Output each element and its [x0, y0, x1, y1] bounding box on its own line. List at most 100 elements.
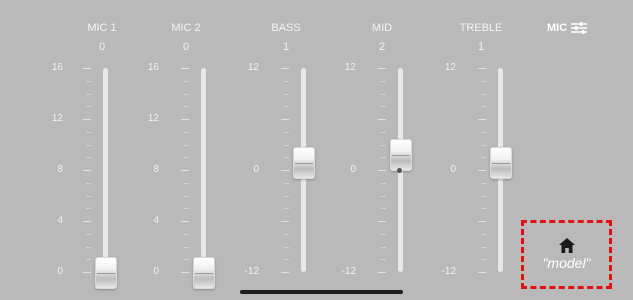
scale-tick — [478, 119, 486, 120]
channel-value: 0 — [182, 41, 190, 53]
scale-tick — [381, 157, 386, 158]
scale-tick — [284, 208, 289, 209]
scale-tick — [86, 94, 91, 95]
scale-tick — [284, 183, 289, 184]
scale-tick — [184, 183, 189, 184]
scale-tick — [381, 183, 386, 184]
scale-label: 4 — [153, 215, 159, 226]
home-icon — [558, 238, 575, 253]
scale-tick — [184, 106, 189, 107]
channel-mid: MID 2 — [337, 0, 427, 300]
scale-tick — [284, 132, 289, 133]
scale-tick — [181, 272, 189, 273]
scale-tick — [378, 119, 386, 120]
channel-treble: TREBLE 1 — [436, 0, 526, 300]
scale-tick — [378, 170, 386, 171]
scale-tick — [86, 208, 91, 209]
channel-bass: BASS 1 — [241, 0, 331, 300]
scale-tick — [481, 157, 486, 158]
scale-tick — [284, 234, 289, 235]
scale-tick — [284, 94, 289, 95]
scale-tick — [481, 196, 486, 197]
scale-label: 0 — [253, 164, 259, 175]
slider-track[interactable] — [201, 68, 206, 272]
scale-tick — [478, 170, 486, 171]
scale-label: 0 — [57, 266, 63, 277]
scale-tick — [481, 247, 486, 248]
scale-tick — [284, 247, 289, 248]
scale-tick — [378, 68, 386, 69]
slider-knob[interactable] — [193, 257, 215, 289]
scale-label: 0 — [153, 266, 159, 277]
scale-tick — [381, 94, 386, 95]
scale-tick — [481, 81, 486, 82]
scale-label: -12 — [244, 266, 259, 277]
channel-name: BASS — [271, 22, 301, 34]
scale-tick — [184, 132, 189, 133]
scale-tick — [281, 119, 289, 120]
scale-tick — [281, 170, 289, 171]
scale-tick — [281, 221, 289, 222]
scale-label: 12 — [247, 62, 259, 73]
scale-label: 8 — [153, 164, 159, 175]
scale-tick — [481, 94, 486, 95]
scale-tick — [86, 157, 91, 158]
scale-tick — [381, 196, 386, 197]
slider-knob[interactable] — [293, 147, 315, 179]
slider-knob[interactable] — [390, 139, 412, 171]
scale-tick — [281, 272, 289, 273]
channel-value: 1 — [477, 41, 485, 53]
channel-mic1: MIC 1 0 — [57, 0, 147, 300]
slider-knob[interactable] — [490, 147, 512, 179]
scale-tick — [381, 145, 386, 146]
scale-tick — [284, 145, 289, 146]
scale-label: 12 — [147, 113, 159, 124]
scale-tick — [83, 272, 91, 273]
home-button[interactable]: "model" — [521, 220, 612, 289]
scale-label: 12 — [444, 62, 456, 73]
scale-tick — [481, 183, 486, 184]
mic-settings-button[interactable]: MIC — [547, 19, 588, 37]
home-label: "model" — [542, 255, 591, 271]
scale-tick — [181, 119, 189, 120]
scale-tick — [481, 208, 486, 209]
scale-label: 12 — [344, 62, 356, 73]
scale-tick — [284, 196, 289, 197]
mic-label: MIC — [547, 22, 568, 34]
scale-tick — [86, 196, 91, 197]
scale-tick — [181, 68, 189, 69]
scale-tick — [478, 221, 486, 222]
channel-name: MIC 2 — [171, 22, 201, 34]
scale-tick — [184, 145, 189, 146]
home-indicator — [240, 290, 403, 294]
scale-tick — [184, 196, 189, 197]
scale-tick — [284, 106, 289, 107]
channel-name: MIC 1 — [87, 22, 117, 34]
channel-value: 1 — [282, 41, 290, 53]
slider-knob[interactable] — [95, 257, 117, 289]
sliders-icon — [571, 22, 588, 34]
scale-tick — [481, 145, 486, 146]
scale-tick — [381, 132, 386, 133]
scale-tick — [83, 221, 91, 222]
scale-tick — [284, 81, 289, 82]
scale-tick — [381, 259, 386, 260]
scale-tick — [86, 183, 91, 184]
scale-tick — [478, 272, 486, 273]
scale-tick — [281, 68, 289, 69]
scale-label: 8 — [57, 164, 63, 175]
slider-track[interactable] — [103, 68, 108, 272]
channel-mic2: MIC 2 0 — [141, 0, 231, 300]
scale-tick — [381, 247, 386, 248]
scale-tick — [381, 106, 386, 107]
scale-tick — [181, 221, 189, 222]
scale-tick — [86, 106, 91, 107]
scale-tick — [86, 247, 91, 248]
scale-tick — [86, 259, 91, 260]
scale-tick — [83, 170, 91, 171]
channel-value: 2 — [378, 41, 386, 53]
scale-label: 16 — [51, 62, 63, 73]
scale-tick — [481, 259, 486, 260]
channel-value: 0 — [98, 41, 106, 53]
scale-tick — [184, 247, 189, 248]
